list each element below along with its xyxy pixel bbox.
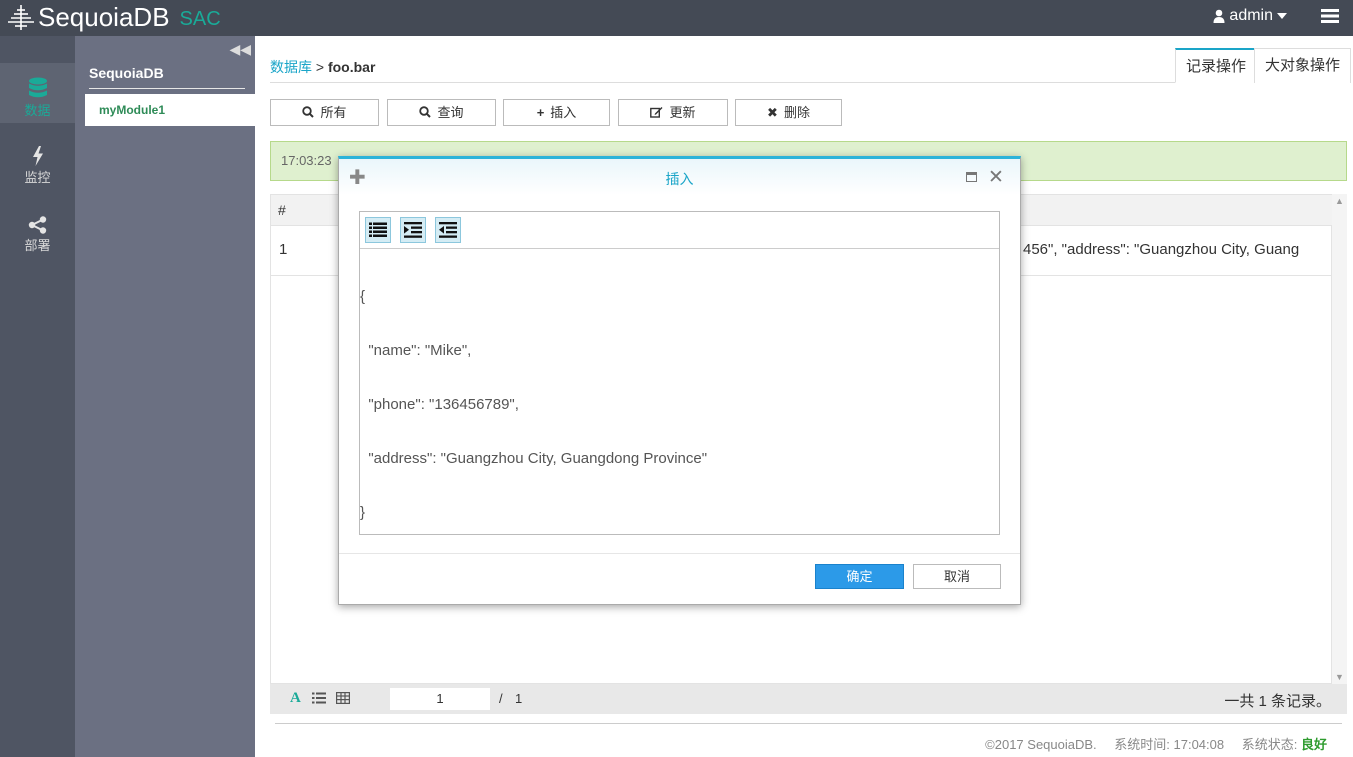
top-bar: SequoiaDB SAC admin: [0, 0, 1353, 36]
code-line: "name": "Mike",: [360, 342, 472, 359]
table-view-icon[interactable]: [336, 692, 350, 704]
app-name: SequoiaDB: [38, 1, 170, 32]
user-icon: [1213, 9, 1225, 23]
row-index: 1: [279, 241, 288, 258]
scroll-down-icon[interactable]: ▼: [1335, 672, 1344, 682]
cancel-button[interactable]: 取消: [913, 564, 1001, 589]
query-button[interactable]: 查询: [387, 99, 496, 126]
database-icon: [28, 77, 47, 98]
nav-label-deploy: 部署: [24, 238, 51, 253]
logo[interactable]: SequoiaDB SAC: [6, 2, 221, 32]
dialog-footer-divider: [339, 553, 1020, 554]
module-panel-title: SequoiaDB: [89, 65, 245, 89]
close-icon: ✖: [767, 105, 778, 120]
page-total: 1: [515, 691, 523, 706]
breadcrumb-database-link[interactable]: 数据库: [270, 59, 312, 75]
grid-scrollbar[interactable]: ▲ ▼: [1332, 194, 1347, 684]
editor-text[interactable]: { "name": "Mike", "phone": "136456789", …: [360, 252, 999, 534]
search-icon: [302, 106, 315, 118]
code-line: }: [360, 504, 366, 521]
insert-button[interactable]: + 插入: [503, 99, 610, 126]
nav-item-data[interactable]: 数据: [0, 63, 75, 123]
footer: ©2017 SequoiaDB. 系统时间: 17:04:08 系统状态: 良好: [971, 734, 1327, 753]
nav-label-monitor: 监控: [24, 170, 51, 185]
lightning-icon: [32, 146, 43, 166]
maximize-icon[interactable]: [966, 172, 977, 182]
menu-icon[interactable]: [1321, 9, 1339, 23]
format-button[interactable]: [365, 217, 391, 243]
tab-large-object-operations[interactable]: 大对象操作: [1254, 48, 1352, 83]
indent-icon: [404, 222, 422, 238]
code-line: {: [360, 288, 366, 305]
confirm-button[interactable]: 确定: [815, 564, 904, 589]
record-count: 一共 1 条记录。: [1224, 693, 1331, 710]
pager-bar: A 1 / 1 一共 1 条记录。: [270, 684, 1347, 714]
message-time: 17:03:23: [281, 153, 332, 168]
footer-status-value: 良好: [1300, 737, 1327, 752]
code-line: "address": "Guangzhou City, Guangdong Pr…: [360, 450, 708, 467]
sequoia-tree-icon: [8, 5, 34, 30]
all-button[interactable]: 所有: [270, 99, 379, 126]
update-button[interactable]: 更新: [618, 99, 728, 126]
indent-button[interactable]: [400, 217, 426, 243]
plus-icon: +: [536, 105, 545, 120]
user-menu[interactable]: admin: [1213, 7, 1287, 25]
nav-item-monitor[interactable]: 监控: [0, 133, 75, 193]
user-name: admin: [1229, 7, 1273, 24]
footer-status-label: 系统状态:: [1241, 737, 1298, 752]
breadcrumb-current: foo.bar: [327, 59, 376, 75]
dialog-title: 插入: [665, 171, 694, 187]
format-list-icon: [369, 222, 387, 237]
caret-down-icon: [1277, 13, 1287, 19]
outdent-icon: [439, 222, 457, 238]
outdent-button[interactable]: [435, 217, 461, 243]
footer-divider: [275, 723, 1342, 724]
footer-system-time: 系统时间: 17:04:08: [1114, 737, 1225, 752]
tab-record-operations[interactable]: 记录操作: [1175, 48, 1258, 83]
breadcrumb-separator: >: [315, 59, 325, 75]
edit-icon: [650, 107, 663, 118]
json-editor[interactable]: { "name": "Mike", "phone": "136456789", …: [359, 211, 1000, 535]
breadcrumb: 数据库 > foo.bar: [270, 57, 375, 77]
collapse-icon[interactable]: ◀◀: [229, 41, 251, 58]
icon-nav: 数据 监控 部署: [0, 36, 75, 757]
module-panel: ◀◀ SequoiaDB myModule1: [75, 36, 255, 757]
delete-button[interactable]: ✖ 删除: [735, 99, 842, 126]
dialog-header[interactable]: ✚ 插入 ✕: [339, 159, 1020, 195]
app-suffix: SAC: [179, 7, 221, 30]
nav-item-deploy[interactable]: 部署: [0, 202, 75, 262]
footer-copyright: ©2017 SequoiaDB.: [985, 737, 1097, 752]
module-item-mymodule1[interactable]: myModule1: [85, 94, 255, 126]
page-number-input[interactable]: 1: [390, 688, 490, 710]
query-button-label: 查询: [437, 105, 464, 120]
all-button-label: 所有: [320, 105, 347, 120]
close-icon[interactable]: ✕: [988, 166, 1004, 189]
editor-toolbar: [360, 212, 999, 249]
delete-button-label: 删除: [783, 105, 810, 120]
share-icon: [28, 216, 46, 234]
grid-header-index: #: [278, 202, 286, 218]
insert-dialog: ✚ 插入 ✕ {"name": "Mike", "phone": "13645…: [338, 156, 1021, 605]
scroll-up-icon[interactable]: ▲: [1335, 196, 1344, 206]
search-icon: [419, 106, 432, 118]
insert-button-label: 插入: [550, 105, 577, 120]
update-button-label: 更新: [669, 105, 696, 120]
list-view-icon[interactable]: [312, 692, 326, 704]
row-record-text: 456", "address": "Guangzhou City, Guang: [1023, 241, 1300, 258]
text-view-icon[interactable]: A: [290, 690, 301, 707]
nav-label-data: 数据: [24, 103, 51, 118]
code-line: "phone": "136456789",: [360, 396, 519, 413]
page-separator: /: [499, 691, 503, 706]
